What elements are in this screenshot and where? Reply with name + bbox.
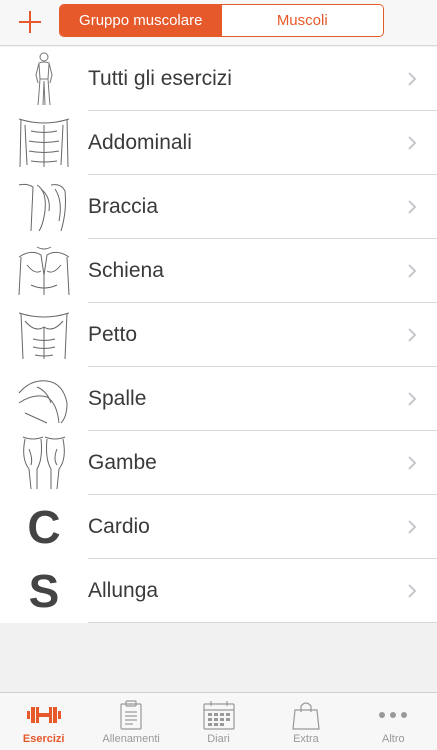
list-item-arms[interactable]: Braccia	[0, 175, 437, 239]
top-bar: Gruppo muscolare Muscoli	[0, 0, 437, 46]
list-item-label: Spalle	[88, 387, 147, 410]
segmented-control: Gruppo muscolare Muscoli	[59, 4, 384, 37]
shoulders-icon	[0, 367, 88, 431]
list-item-label: Tutti gli esercizi	[88, 67, 232, 90]
chevron-right-icon	[397, 327, 427, 343]
legs-icon	[0, 431, 88, 495]
tab-altro[interactable]: Altro	[350, 693, 437, 750]
chevron-right-icon	[397, 71, 427, 87]
abs-icon	[0, 111, 88, 175]
list-item-all-exercises[interactable]: Tutti gli esercizi	[0, 47, 437, 111]
list-item-label: Addominali	[88, 131, 192, 154]
arms-icon	[0, 175, 88, 239]
chest-icon	[0, 303, 88, 367]
list-item-label: Gambe	[88, 451, 157, 474]
tab-esercizi[interactable]: Esercizi	[0, 693, 87, 750]
list-item-cardio[interactable]: C Cardio	[0, 495, 437, 559]
list-item-stretch[interactable]: S Allunga	[0, 559, 437, 623]
list-item-chest[interactable]: Petto	[0, 303, 437, 367]
tab-label: Esercizi	[22, 733, 65, 745]
chevron-right-icon	[397, 199, 427, 215]
row-separator	[88, 622, 437, 623]
tab-extra[interactable]: Extra	[262, 693, 349, 750]
dumbbell-icon	[26, 699, 62, 731]
list-item-label: Petto	[88, 323, 138, 346]
chevron-right-icon	[397, 263, 427, 279]
tab-diari[interactable]: Diari	[175, 693, 262, 750]
clipboard-icon	[119, 699, 143, 731]
segment-muscle-group[interactable]: Gruppo muscolare	[60, 5, 222, 36]
stretch-letter: S	[28, 565, 60, 617]
list-item-label: Cardio	[88, 515, 150, 538]
tab-label: Allenamenti	[102, 733, 160, 745]
full-body-icon	[0, 47, 88, 111]
list-item-back[interactable]: Schiena	[0, 239, 437, 303]
list-item-shoulders[interactable]: Spalle	[0, 367, 437, 431]
muscle-group-list: Tutti gli esercizi Addominali Braccia Sc…	[0, 47, 437, 623]
back-icon	[0, 239, 88, 303]
list-item-label: Schiena	[88, 259, 164, 282]
chevron-right-icon	[397, 455, 427, 471]
list-item-label: Braccia	[88, 195, 159, 218]
cardio-letter-icon: C	[0, 495, 88, 559]
tab-allenamenti[interactable]: Allenamenti	[87, 693, 174, 750]
tab-label: Extra	[293, 733, 319, 745]
list-item-legs[interactable]: Gambe	[0, 431, 437, 495]
more-dots-icon	[378, 699, 408, 731]
chevron-right-icon	[397, 519, 427, 535]
tab-label: Diari	[207, 733, 230, 745]
chevron-right-icon	[397, 135, 427, 151]
calendar-icon	[202, 699, 235, 731]
tab-bar: Esercizi Allenamenti Diari Extra Altro	[0, 692, 437, 750]
list-item-abs[interactable]: Addominali	[0, 111, 437, 175]
plus-icon[interactable]	[16, 8, 44, 36]
tab-label: Altro	[382, 733, 405, 745]
stretch-letter-icon: S	[0, 559, 88, 623]
chevron-right-icon	[397, 583, 427, 599]
chevron-right-icon	[397, 391, 427, 407]
cardio-letter: C	[27, 501, 61, 553]
shopping-bag-icon	[291, 699, 321, 731]
segment-muscles[interactable]: Muscoli	[221, 5, 383, 36]
list-item-label: Allunga	[88, 579, 159, 602]
